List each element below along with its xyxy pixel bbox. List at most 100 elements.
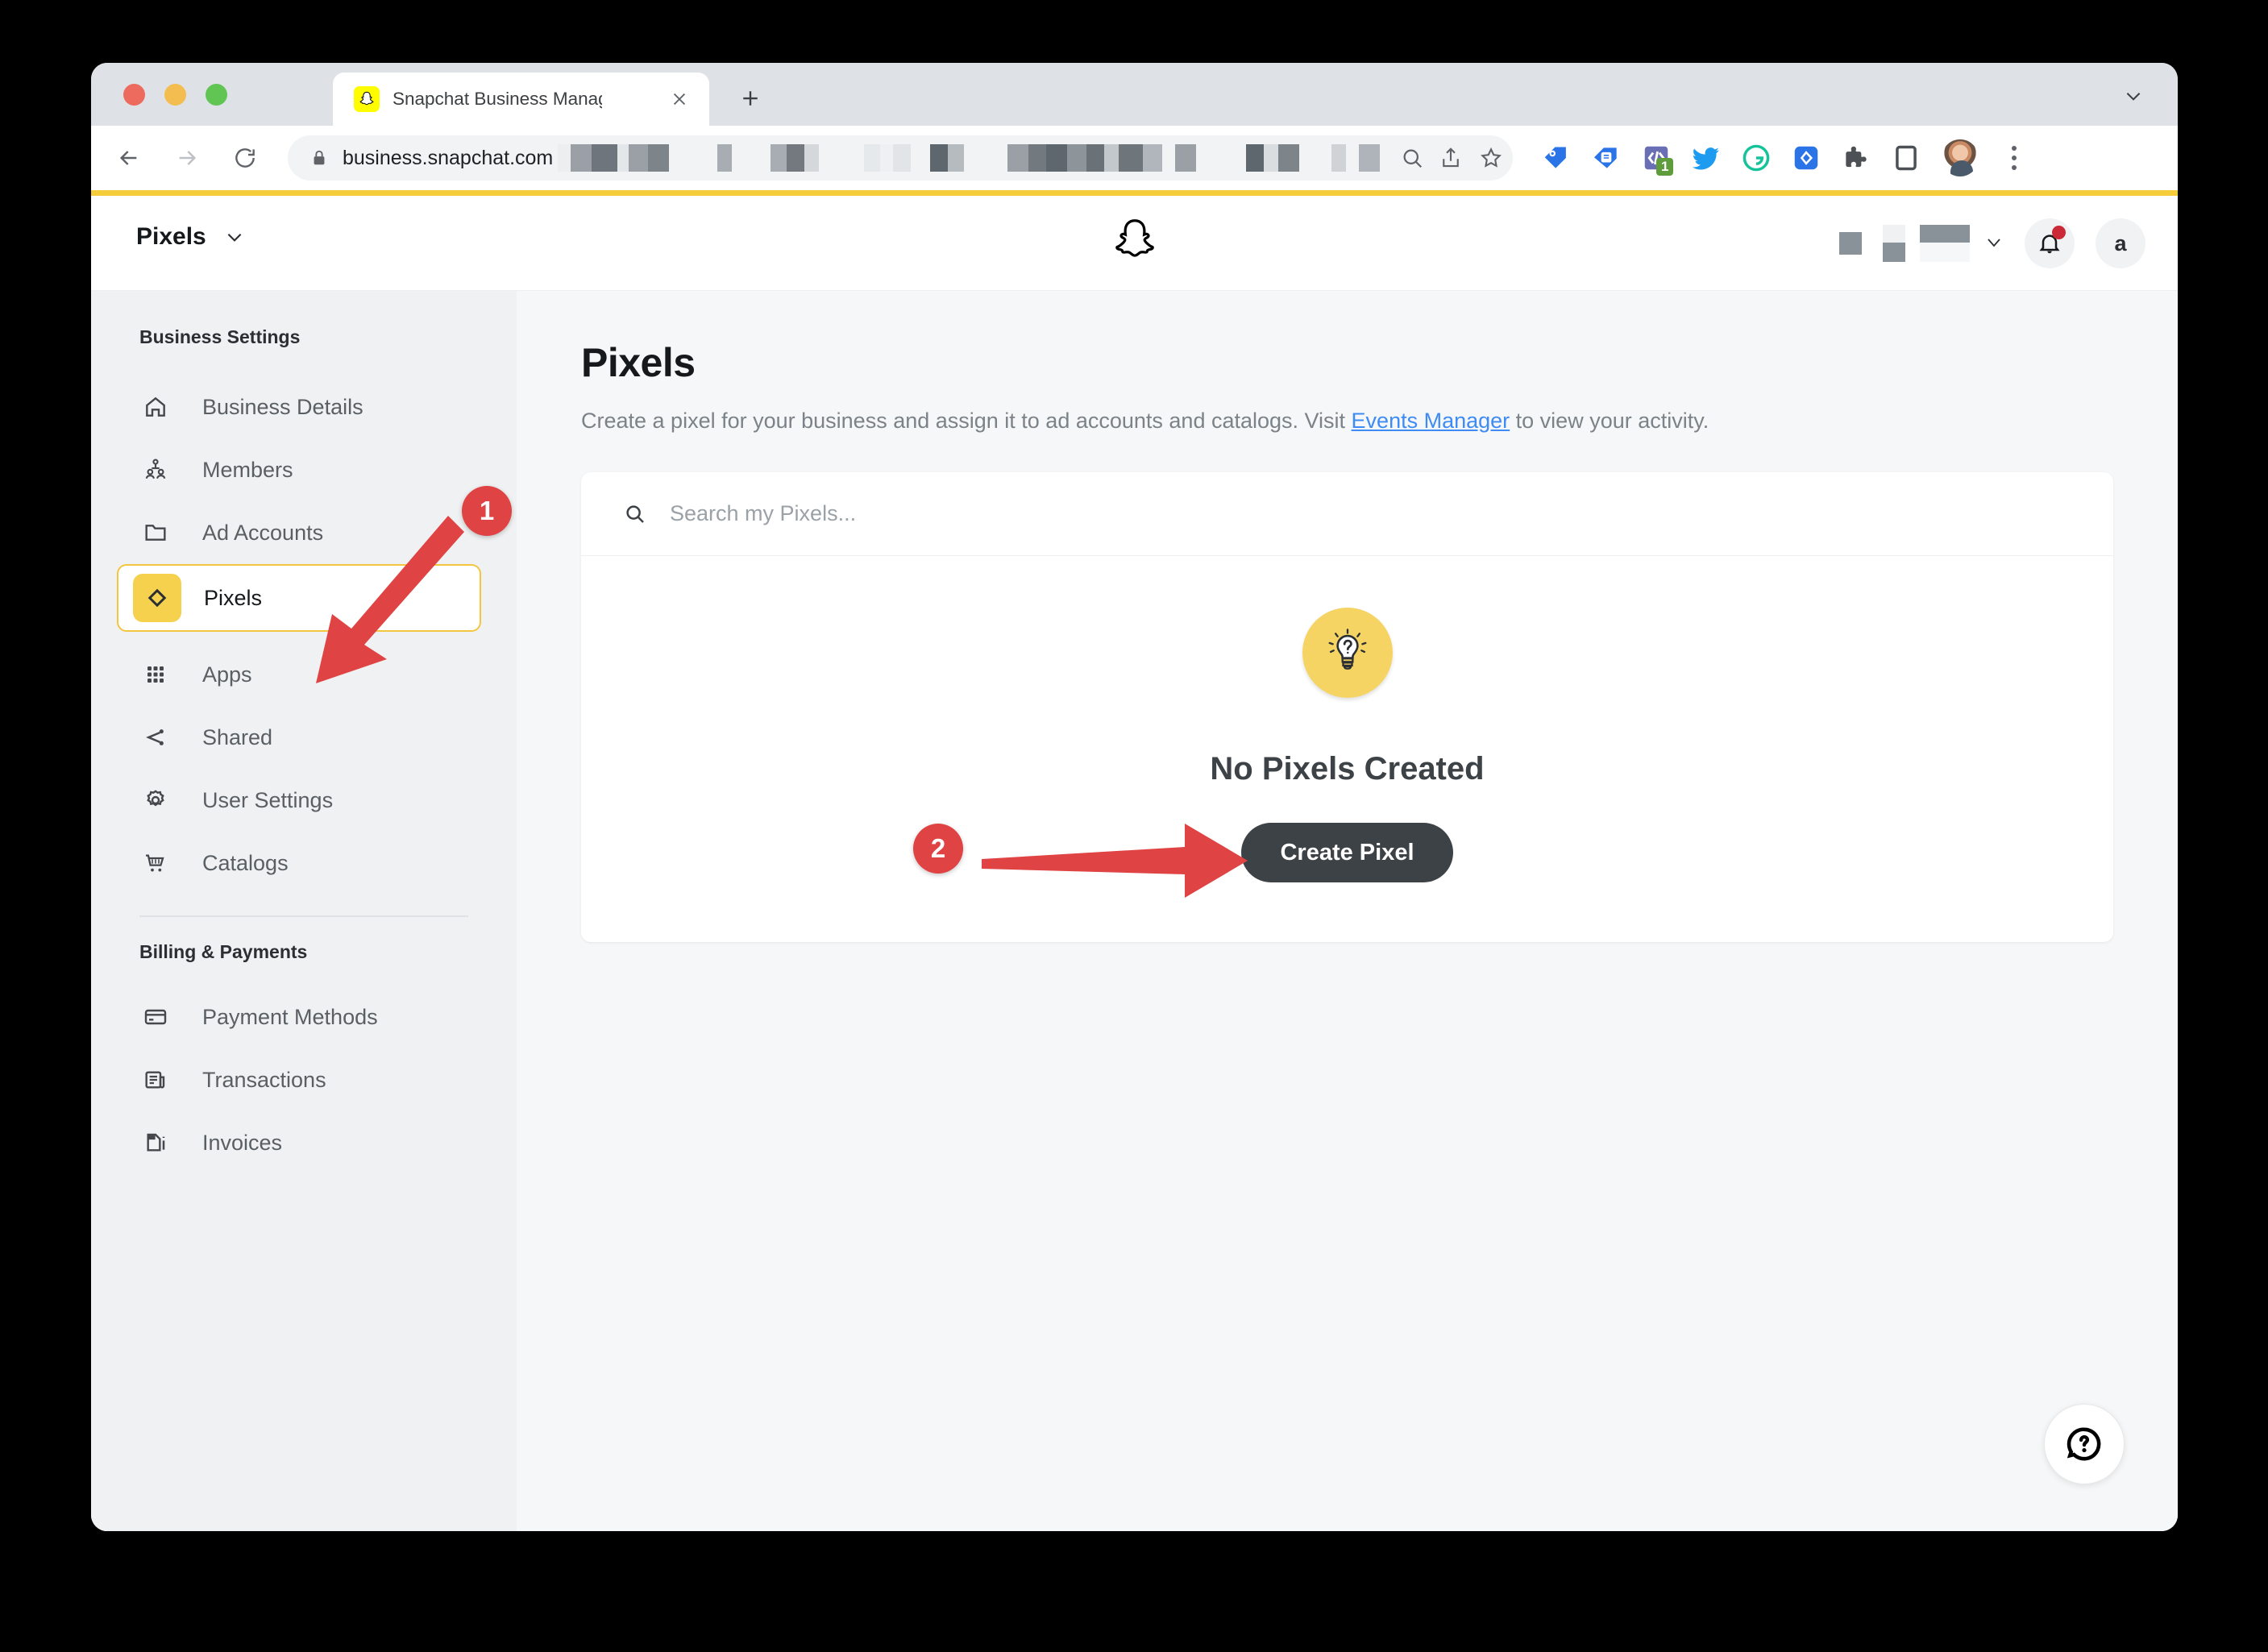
search-input[interactable] — [670, 501, 1315, 526]
snapchat-ghost-icon — [354, 86, 380, 112]
reload-button[interactable] — [225, 138, 265, 178]
code-icon-purple[interactable]: 1 — [1635, 137, 1677, 179]
lightbulb-question-icon — [1302, 608, 1393, 698]
sidebar-divider — [139, 915, 468, 917]
app-scope-title: Pixels — [136, 223, 206, 250]
address-bar-redacted-path — [558, 144, 1381, 172]
browser-menu-button[interactable] — [1996, 139, 2032, 177]
app-header: Pixels a — [91, 196, 2178, 291]
sidebar-section-title-business-settings: Business Settings — [139, 326, 301, 347]
sidebar-item-label: Members — [202, 457, 293, 482]
events-manager-link[interactable]: Events Manager — [1352, 409, 1510, 433]
card-icon-blue[interactable] — [1585, 137, 1627, 179]
address-bar-url: business.snapchat.com — [343, 146, 554, 169]
side-panel-icon[interactable] — [1885, 137, 1927, 179]
sidebar-item-label: Payment Methods — [202, 1004, 378, 1029]
sidebar-item-apps[interactable]: Apps — [91, 643, 517, 706]
sidebar-item-label: Ad Accounts — [202, 520, 324, 545]
page-loading-bar — [91, 190, 2178, 196]
pixels-search-row — [581, 472, 2113, 556]
browser-profile-avatar[interactable] — [1940, 138, 1980, 178]
sidebar-item-label: Invoices — [202, 1130, 283, 1155]
share-icon — [139, 721, 172, 753]
gear-icon — [139, 784, 172, 816]
tag-icon-blue[interactable] — [1535, 137, 1577, 179]
back-button[interactable] — [109, 138, 149, 178]
browser-tab[interactable]: Snapchat Business Manager — [333, 73, 709, 126]
window-minimize-button[interactable] — [164, 84, 186, 106]
sidebar-item-shared[interactable]: Shared — [91, 706, 517, 769]
sidebar-item-pixels[interactable]: Pixels — [117, 564, 481, 632]
browser-window: Snapchat Business Manager business.snapc — [91, 63, 2178, 1531]
empty-state-title: No Pixels Created — [1210, 751, 1485, 787]
sidebar-item-label: Transactions — [202, 1067, 326, 1092]
snapchat-ghost-logo — [1110, 215, 1160, 269]
sidebar-item-label: Apps — [202, 662, 252, 687]
sidebar-item-business-details[interactable]: Business Details — [91, 376, 517, 438]
help-question-icon[interactable] — [2044, 1404, 2125, 1484]
members-icon — [139, 454, 172, 486]
empty-state: No Pixels Created Create Pixel — [581, 556, 2113, 942]
sidebar-item-transactions[interactable]: Transactions — [91, 1048, 517, 1111]
grid-icon — [139, 658, 172, 691]
page-title: Pixels — [581, 340, 696, 385]
sidebar-item-label: Shared — [202, 724, 273, 749]
new-tab-button[interactable] — [736, 84, 765, 113]
chevron-down-icon[interactable] — [2121, 84, 2145, 108]
sidebar-section-title-billing-payments: Billing & Payments — [139, 941, 308, 962]
app-header-right: a — [1839, 196, 2145, 291]
window-traffic-lights — [123, 84, 227, 106]
sidebar-item-label: User Settings — [202, 787, 334, 812]
notifications-button[interactable] — [2025, 218, 2075, 268]
page-subtitle-before: Create a pixel for your business and ass… — [581, 409, 1352, 433]
share-icon[interactable] — [1439, 146, 1463, 174]
grammarly-icon[interactable] — [1735, 137, 1777, 179]
bookmark-star-icon[interactable] — [1479, 146, 1503, 174]
puzzle-piece-icon[interactable] — [1835, 137, 1877, 179]
sidebar-item-user-settings[interactable]: User Settings — [91, 769, 517, 832]
search-icon[interactable] — [1400, 146, 1424, 174]
window-maximize-button[interactable] — [206, 84, 227, 106]
close-icon[interactable] — [669, 89, 690, 110]
browser-tab-strip: Snapchat Business Manager — [91, 63, 2178, 126]
sidebar-item-label: Pixels — [204, 585, 263, 610]
sidebar-item-invoices[interactable]: Invoices — [91, 1111, 517, 1174]
window-close-button[interactable] — [123, 84, 145, 106]
sidebar-item-ad-accounts[interactable]: Ad Accounts — [91, 501, 517, 564]
app-body: Business Settings Business Details Membe… — [91, 291, 2178, 1531]
browser-extensions-bar: 1 — [1535, 137, 2043, 179]
address-bar[interactable]: business.snapchat.com — [288, 135, 1513, 181]
sidebar: Business Settings Business Details Membe… — [91, 291, 517, 1531]
sidebar-item-payment-methods[interactable]: Payment Methods — [91, 986, 517, 1048]
chevron-down-icon — [224, 226, 245, 247]
folder-icon — [139, 517, 172, 549]
redacted-account-selector[interactable] — [1883, 225, 2004, 262]
redacted-header-item — [1839, 232, 1862, 255]
app-scope-selector[interactable]: Pixels — [136, 223, 245, 251]
cart-icon — [139, 847, 172, 879]
pixels-card: No Pixels Created Create Pixel — [581, 472, 2113, 942]
twitter-bird-icon[interactable] — [1685, 137, 1727, 179]
lock-icon — [310, 147, 328, 168]
avatar[interactable]: a — [2096, 218, 2145, 268]
chevron-down-icon — [1984, 234, 2004, 253]
notification-badge-dot — [2052, 226, 2066, 239]
sidebar-item-label: Business Details — [202, 394, 363, 419]
main-content: Pixels Create a pixel for your business … — [517, 291, 2178, 1531]
tag-icon-solid-blue[interactable] — [1785, 137, 1827, 179]
sidebar-item-catalogs[interactable]: Catalogs — [91, 832, 517, 894]
pixel-diamond-icon — [133, 574, 181, 622]
forward-button[interactable] — [167, 138, 207, 178]
page-viewport: Pixels a Business Settings Business Deta… — [91, 190, 2178, 1531]
home-icon — [139, 391, 172, 423]
browser-tab-title: Snapchat Business Manager — [393, 89, 602, 109]
invoice-icon — [139, 1127, 172, 1159]
create-pixel-button[interactable]: Create Pixel — [1241, 823, 1453, 882]
browser-toolbar: business.snapchat.com 1 — [91, 126, 2178, 190]
extension-badge-count: 1 — [1656, 158, 1674, 176]
sidebar-item-members[interactable]: Members — [91, 438, 517, 501]
page-subtitle-after: to view your activity. — [1510, 409, 1709, 433]
sidebar-item-label: Catalogs — [202, 850, 289, 875]
avatar-initial: a — [2114, 230, 2127, 255]
credit-card-icon — [139, 1001, 172, 1033]
